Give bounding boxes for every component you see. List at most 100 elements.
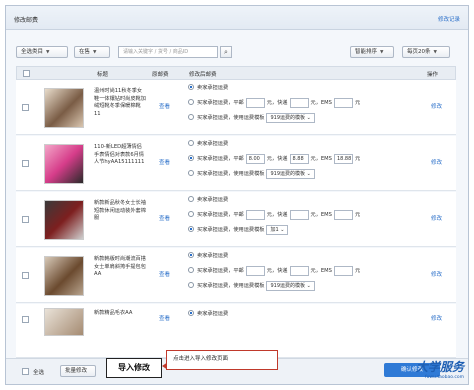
col-title: 标题 (97, 72, 109, 78)
option-seller-pays[interactable]: 卖家承担运费 (188, 138, 228, 150)
watermark-url: fuwu.taobao.com (424, 375, 464, 380)
row-checkbox[interactable] (22, 272, 29, 279)
template-select[interactable]: 919运费的模板 ⌄ (266, 112, 315, 123)
select-all-checkbox[interactable] (22, 368, 29, 375)
option-buyer-pays-fixed[interactable]: 买家承担运费，平邮 8.00 元，快递 8.88 元，EMS 18.88 元 (188, 153, 360, 165)
unit-label: 元 (354, 100, 361, 106)
express-fee-input[interactable] (289, 97, 309, 108)
search-icon[interactable]: ⌕ (220, 46, 232, 58)
option-buyer-pays-template[interactable]: 买家承担运费，使用运费模板 919运费的模板 ⌄ (188, 112, 315, 124)
table-row: 新款韩版时尚潮流百搭女士单肩斜挎手提包包AA 查看 卖家承担运费 买家承担运费，… (16, 248, 456, 303)
express-fee-input[interactable] (289, 209, 309, 220)
express-label: 快递 (277, 156, 288, 162)
unit-label: 元 (266, 212, 272, 218)
option-label: 买家承担运费，使用运费模板 (197, 227, 265, 233)
option-label: 卖家承担运费 (197, 311, 229, 317)
option-buyer-pays-template[interactable]: 买家承担运费，使用运费模板 919运费的模板 ⌄ (188, 280, 315, 292)
status-select[interactable]: 在售 ▼ (74, 46, 110, 58)
ping-fee-input[interactable] (245, 209, 265, 220)
option-buyer-pays-template[interactable]: 买家承担运费，使用运费模板 919运费的模板 ⌄ (188, 168, 315, 180)
row-checkbox[interactable] (22, 216, 29, 223)
template-select-value: 919运费的模板 (270, 170, 305, 177)
template-select-value: 919运费的模板 (270, 282, 305, 289)
col-original-postage: 原邮费 (152, 72, 169, 78)
ems-label: EMS (320, 156, 332, 162)
option-buyer-pays-fixed[interactable]: 买家承担运费，平邮 元，快递 元，EMS 元 (188, 97, 360, 109)
edit-link[interactable]: 修改 (431, 314, 442, 322)
radio-icon (188, 84, 194, 90)
option-buyer-pays-fixed[interactable]: 买家承担运费，平邮 元，快递 元，EMS 元 (188, 209, 360, 221)
view-link[interactable]: 查看 (159, 270, 170, 278)
ems-fee-input[interactable] (333, 265, 353, 276)
unit-label: 元 (310, 268, 316, 274)
category-select[interactable]: 全选类目 ▼ (16, 46, 68, 58)
sort-select-label: 智能排序 (355, 49, 378, 55)
express-fee-input[interactable]: 8.88 (289, 153, 309, 164)
template-select[interactable]: 919运费的模板 ⌄ (266, 280, 315, 291)
unit-label: 元 (354, 156, 361, 162)
view-link[interactable]: 查看 (159, 102, 170, 110)
radio-icon (188, 226, 194, 232)
option-seller-pays[interactable]: 卖家承担运费 (188, 82, 228, 94)
product-thumbnail[interactable] (44, 144, 84, 184)
ping-fee-input[interactable] (245, 97, 265, 108)
product-title[interactable]: 新款新品秋冬女士长袖短款休闲运动装外套棉服 (94, 200, 146, 223)
ems-label: EMS (320, 100, 332, 106)
chevron-down-icon: ▼ (380, 50, 384, 55)
product-thumbnail[interactable] (44, 88, 84, 128)
chevron-down-icon: ⌄ (306, 282, 311, 289)
modify-records-link[interactable]: 修改记录 (438, 15, 460, 23)
batch-edit-button[interactable]: 批量修改 (60, 365, 96, 377)
product-thumbnail[interactable] (44, 256, 84, 296)
chevron-down-icon: ▼ (93, 50, 97, 55)
status-select-label: 在售 (79, 49, 91, 55)
edit-link[interactable]: 修改 (431, 102, 442, 110)
ems-fee-input[interactable]: 18.88 (333, 153, 353, 164)
product-title[interactable]: 温州时尚11秋冬季女鞋一体镶钻时尚皮靴加绒短靴冬季保暖棉靴11 (94, 88, 146, 118)
page-size-select[interactable]: 每页20条 ▼ (402, 46, 450, 58)
radio-icon (188, 155, 194, 161)
product-title[interactable]: 新款精品毛衣AA (94, 310, 146, 318)
product-title[interactable]: 新款韩版时尚潮流百搭女士单肩斜挎手提包包AA (94, 256, 146, 279)
template-select[interactable]: 919运费的模板 ⌄ (266, 168, 315, 179)
edit-link[interactable]: 修改 (431, 158, 442, 166)
edit-link[interactable]: 修改 (431, 270, 442, 278)
row-checkbox[interactable] (22, 316, 29, 323)
ping-fee-input[interactable] (245, 265, 265, 276)
edit-link[interactable]: 修改 (431, 214, 442, 222)
col-new-postage: 修改后邮费 (189, 72, 217, 78)
watermark: 大学服务 fuwu.taobao.com (416, 358, 464, 380)
product-title[interactable]: 110-新LED超薄情侣手表情侣对表款6月情人节hyAA15111111 (94, 144, 146, 167)
radio-icon (188, 252, 194, 258)
option-buyer-pays-fixed[interactable]: 买家承担运费，平邮 元，快递 元，EMS 元 (188, 265, 360, 277)
option-seller-pays[interactable]: 卖家承担运费 (188, 308, 228, 320)
view-link[interactable]: 查看 (159, 158, 170, 166)
search-input[interactable]: 请输入关键字 / 货号 / 商品ID (118, 46, 218, 58)
template-select[interactable]: 加1 ⌄ (266, 224, 289, 235)
chevron-down-icon: ⌄ (280, 226, 285, 233)
ping-fee-input[interactable]: 8.00 (245, 153, 265, 164)
view-link[interactable]: 查看 (159, 214, 170, 222)
option-label: 买家承担运费，使用运费模板 (197, 283, 265, 289)
product-thumbnail[interactable] (44, 200, 84, 240)
row-checkbox[interactable] (22, 104, 29, 111)
option-seller-pays[interactable]: 卖家承担运费 (188, 194, 228, 206)
import-edit-button[interactable]: 导入修改 (106, 358, 162, 378)
option-seller-pays[interactable]: 卖家承担运费 (188, 250, 228, 262)
unit-label: 元 (354, 212, 361, 218)
express-label: 快递 (277, 100, 288, 106)
sort-select[interactable]: 智能排序 ▼ (350, 46, 394, 58)
chevron-down-icon: ▼ (433, 50, 437, 55)
row-checkbox[interactable] (22, 160, 29, 167)
select-all-checkbox-top[interactable] (23, 70, 30, 77)
ems-fee-input[interactable] (333, 209, 353, 220)
product-thumbnail[interactable] (44, 308, 84, 336)
option-buyer-pays-template[interactable]: 买家承担运费，使用运费模板 加1 ⌄ (188, 224, 289, 236)
page-size-select-label: 每页20条 (407, 49, 431, 55)
unit-label: 元 (354, 268, 361, 274)
view-link[interactable]: 查看 (159, 314, 170, 322)
ems-fee-input[interactable] (333, 97, 353, 108)
unit-label: 元 (266, 156, 272, 162)
option-label: 买家承担运费，平邮 (197, 156, 244, 162)
express-fee-input[interactable] (289, 265, 309, 276)
